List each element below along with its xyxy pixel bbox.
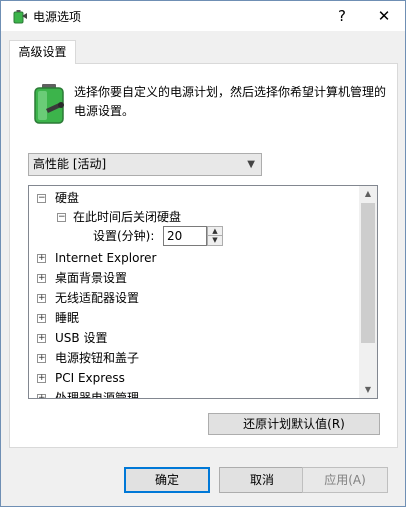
- expand-icon[interactable]: +: [37, 354, 46, 363]
- power-plan-value: 高性能 [活动]: [33, 157, 107, 171]
- cancel-button[interactable]: 取消: [219, 467, 305, 493]
- ok-button[interactable]: 确定: [124, 467, 210, 493]
- settings-tree[interactable]: − 硬盘 − 在此时间后关闭硬盘 设置(分钟): 20 ▲ ▼ + Intern…: [28, 185, 378, 399]
- tab-advanced-settings[interactable]: 高级设置: [9, 40, 76, 64]
- minutes-spinner[interactable]: ▲ ▼: [207, 226, 223, 246]
- close-button[interactable]: ✕: [371, 5, 397, 27]
- description-text: 选择你要自定义的电源计划，然后选择你希望计算机管理的电源设置。: [74, 85, 387, 118]
- expand-icon[interactable]: +: [37, 394, 46, 398]
- spin-down-icon[interactable]: ▼: [208, 236, 222, 245]
- setting-label: 设置(分钟):: [93, 229, 155, 243]
- power-plan-select[interactable]: 高性能 [活动] ▼: [28, 153, 262, 176]
- expand-icon[interactable]: +: [37, 254, 46, 263]
- minutes-input[interactable]: 20: [163, 226, 207, 246]
- power-options-dialog: 电源选项 ? ✕ 高级设置 选择你要自定义的电源计划，然后选择你希望计算机管理的…: [0, 0, 406, 507]
- expand-icon[interactable]: +: [37, 314, 46, 323]
- expand-icon[interactable]: +: [37, 334, 46, 343]
- apply-button[interactable]: 应用(A): [302, 467, 388, 493]
- expand-icon[interactable]: +: [37, 274, 46, 283]
- title-bar: 电源选项 ? ✕: [1, 1, 405, 31]
- expand-icon[interactable]: +: [37, 294, 46, 303]
- expand-icon[interactable]: +: [37, 374, 46, 383]
- scroll-down-icon[interactable]: ▼: [359, 382, 377, 398]
- power-options-icon: [13, 10, 27, 24]
- scroll-up-icon[interactable]: ▲: [359, 186, 377, 202]
- chevron-down-icon: ▼: [247, 159, 255, 170]
- spin-up-icon[interactable]: ▲: [208, 227, 222, 236]
- battery-icon: [34, 84, 64, 124]
- scrollbar-thumb[interactable]: [361, 203, 375, 343]
- help-button[interactable]: ?: [331, 5, 353, 27]
- collapse-icon[interactable]: −: [37, 194, 46, 203]
- restore-defaults-button[interactable]: 还原计划默认值(R): [208, 413, 380, 435]
- advanced-settings-panel: 选择你要自定义的电源计划，然后选择你希望计算机管理的电源设置。 高性能 [活动]…: [9, 63, 398, 448]
- window-title: 电源选项: [33, 10, 82, 24]
- vertical-scrollbar[interactable]: ▲ ▼: [359, 186, 377, 398]
- collapse-icon[interactable]: −: [57, 213, 66, 222]
